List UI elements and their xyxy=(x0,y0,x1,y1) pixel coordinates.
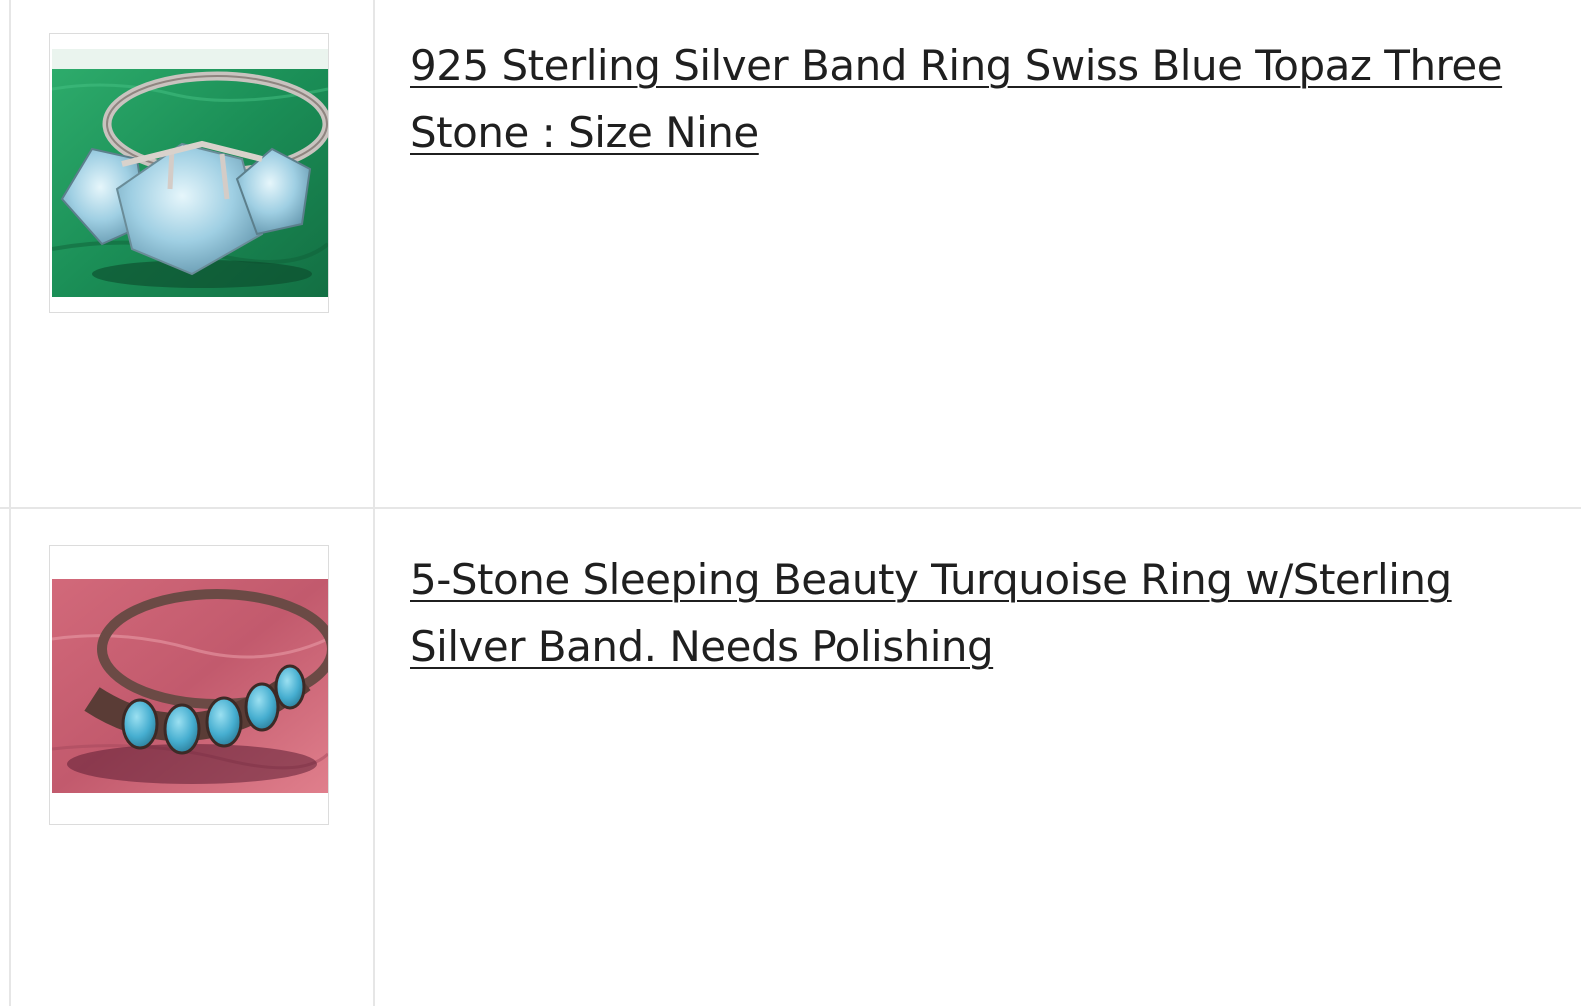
listing-thumbnail[interactable] xyxy=(49,545,329,825)
listing-title-link[interactable]: 925 Sterling Silver Band Ring Swiss Blue… xyxy=(410,32,1530,166)
ring-swiss-blue-topaz-photo xyxy=(52,49,328,297)
ring-turquoise-photo xyxy=(52,579,328,793)
listing-thumbnail[interactable] xyxy=(49,33,329,313)
table-row: 925 Sterling Silver Band Ring Swiss Blue… xyxy=(0,0,1581,507)
table-row: 5-Stone Sleeping Beauty Turquoise Ring w… xyxy=(0,509,1581,1006)
listing-table: 925 Sterling Silver Band Ring Swiss Blue… xyxy=(0,0,1581,1006)
listing-title-link[interactable]: 5-Stone Sleeping Beauty Turquoise Ring w… xyxy=(410,546,1530,680)
